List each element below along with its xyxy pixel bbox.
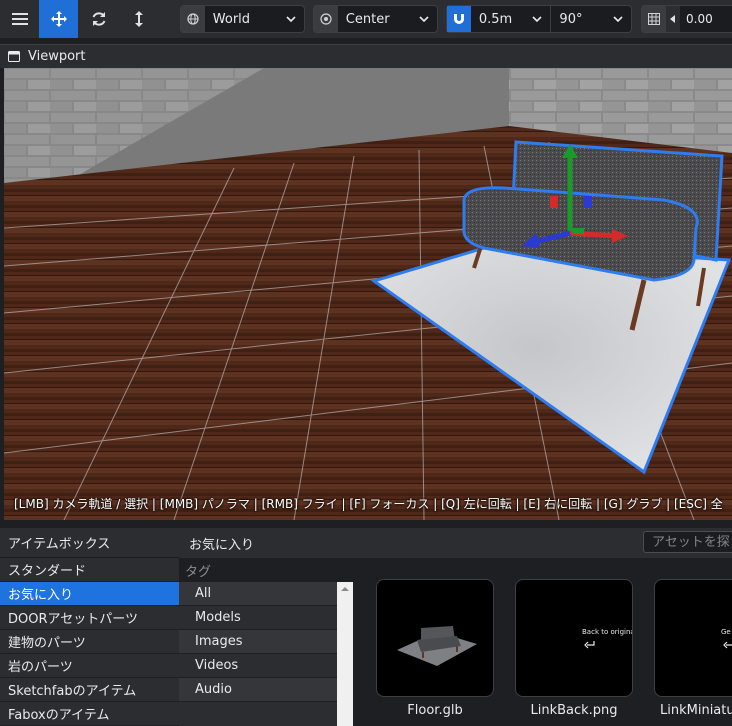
snap-group: 0.5m 90° [446,5,632,33]
chevron-down-icon [286,16,296,23]
asset-name-linkback: LinkBack.png [530,703,618,718]
move-icon [50,11,67,27]
tag-models[interactable]: Models [179,606,353,630]
asset-name-linkminiature: LinkMiniatur [660,703,732,718]
category-favorites[interactable]: お気に入り [0,582,179,606]
asset-card-floor[interactable] [376,579,494,697]
main-toolbar: World Center 0.5m 90° 0.00 [0,0,732,38]
pivot-select-value: Center [345,11,390,27]
viewport-panel-header: Viewport [0,44,732,68]
snap-move-select[interactable]: 0.5m [471,6,551,32]
favorites-title: お気に入り [189,537,255,553]
rotate-icon [92,12,105,26]
pivot-select[interactable]: Center [313,5,438,33]
favorites-panel: お気に入り タグ All Models Images Videos Audio [179,528,732,726]
linkminiature-caption: Ge [721,628,731,636]
snap-rotate-select[interactable]: 90° [551,6,631,32]
window-icon [8,51,20,62]
tag-videos[interactable]: Videos [179,654,353,678]
space-select-value: World [212,11,251,27]
grid-group: 0.00 [641,5,732,33]
grid-icon[interactable] [642,6,666,32]
space-select[interactable]: World [180,5,305,33]
return-arrow-icon [584,641,595,649]
itembox-panel: アイテムボックス スタンダード お気に入り DOORアセットパーツ 建物のパーツ… [0,528,179,726]
controls-hint: [LMB] カメラ軌道 / 選択 | [MMB] パノラマ | [RMB] フラ… [14,497,723,511]
tag-header: タグ [179,558,353,582]
asset-card-linkminiature[interactable]: Ge [654,579,732,697]
scene-render [4,68,732,520]
asset-card-linkback[interactable]: Back to original [515,579,633,697]
tag-all[interactable]: All [179,582,353,606]
rotate-tool-button[interactable] [79,0,118,38]
viewport-title: Viewport [28,49,86,64]
scale-tool-button[interactable] [119,0,158,38]
move-tool-button[interactable] [39,0,78,38]
category-rock-parts[interactable]: 岩のパーツ [0,654,179,678]
pivot-center-icon [314,6,338,32]
return-arrow-icon [723,641,732,649]
decrement-icon[interactable] [666,6,680,32]
asset-grid: Floor.glb Back to original LinkBack.png … [355,558,732,726]
snap-rotate-value: 90° [559,11,583,27]
category-standard[interactable]: スタンダード [0,558,179,582]
sofa-thumbnail [397,626,477,666]
linkback-caption: Back to original [582,628,633,636]
chevron-down-icon [532,16,542,23]
bottom-panel: アイテムボックス スタンダード お気に入り DOORアセットパーツ 建物のパーツ… [0,528,732,726]
snap-move-value: 0.5m [478,11,513,27]
tag-images[interactable]: Images [179,630,353,654]
grid-value[interactable]: 0.00 [680,12,713,26]
menu-icon[interactable] [0,0,39,38]
asset-search-input[interactable] [643,531,732,553]
category-fabox-items[interactable]: Faboxのアイテム [0,702,179,726]
asset-name-floor: Floor.glb [407,703,463,718]
favorites-header: お気に入り [179,528,732,558]
tag-list: タグ All Models Images Videos Audio [179,558,353,726]
tag-audio[interactable]: Audio [179,678,353,702]
viewport-3d-canvas[interactable]: [LMB] カメラ軌道 / 選択 | [MMB] パノラマ | [RMB] フラ… [4,68,732,520]
scroll-up-icon[interactable] [337,582,353,596]
magnet-icon[interactable] [447,6,471,32]
category-building-parts[interactable]: 建物のパーツ [0,630,179,654]
category-door-asset-parts[interactable]: DOORアセットパーツ [0,606,179,630]
globe-icon [181,6,205,32]
category-sketchfab-items[interactable]: Sketchfabのアイテム [0,678,179,702]
chevron-down-icon [419,16,429,23]
chevron-down-icon [613,16,623,23]
scale-vertical-icon [134,11,143,27]
itembox-title: アイテムボックス [0,528,179,558]
tag-scrollbar[interactable] [337,582,353,726]
